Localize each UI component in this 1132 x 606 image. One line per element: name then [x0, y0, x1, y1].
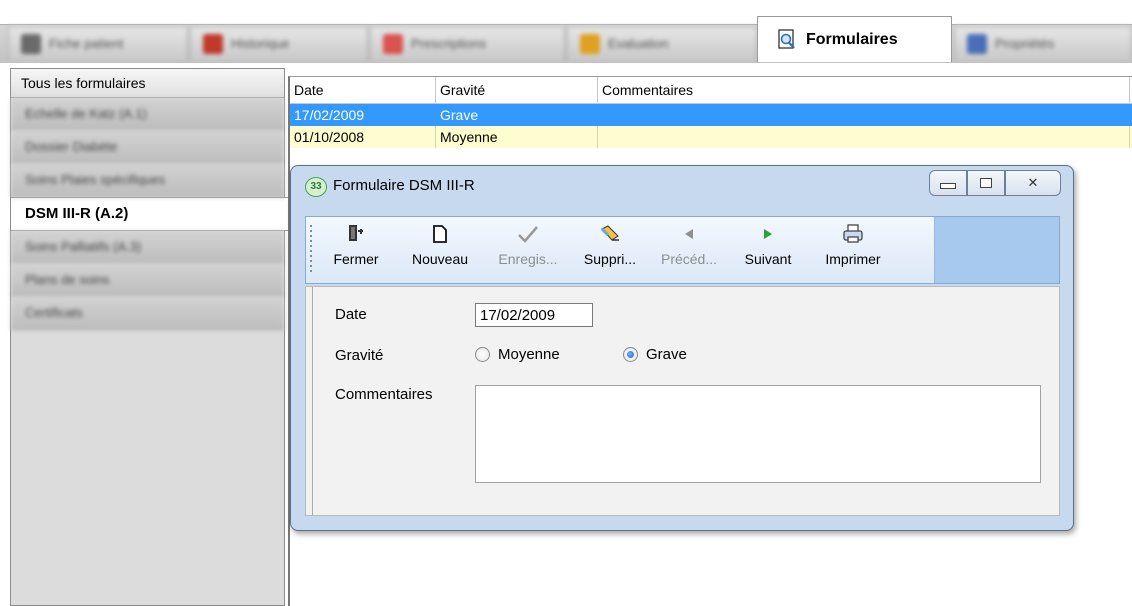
cell-date: 01/10/2008	[290, 126, 436, 148]
radio-dot[interactable]	[475, 347, 490, 362]
toolbar-label: Suppri...	[583, 251, 637, 267]
toolbar-label: Fermer	[333, 251, 379, 267]
tab-label: Formulaires	[806, 30, 898, 48]
toolbar-label: Imprimer	[825, 251, 881, 267]
tab-evaluation[interactable]: Evaluation	[567, 26, 757, 60]
dialog-titlebar[interactable]: 33 Formulaire DSM III-R ✕	[291, 166, 1073, 206]
suivant-button[interactable]: Suivant	[730, 223, 806, 279]
eraser-icon	[598, 223, 622, 249]
toolbar-label: Enregis...	[498, 251, 558, 267]
radio-moyenne[interactable]: Moyenne	[475, 346, 560, 363]
sidebar-item-plaies[interactable]: Soins Plaies spécifiques	[11, 164, 284, 197]
sidebar-item-plans[interactable]: Plans de soins	[11, 264, 284, 297]
close-button[interactable]: ✕	[1005, 170, 1061, 196]
radio-dot-selected[interactable]	[623, 347, 638, 362]
window-controls: ✕	[929, 170, 1061, 196]
nouveau-button[interactable]: Nouveau	[396, 223, 484, 279]
cell-date: 17/02/2009	[294, 107, 365, 123]
dsm-form-dialog: 33 Formulaire DSM III-R ✕ Fermer Nouveau	[290, 165, 1074, 531]
tab-fiche-patient[interactable]: Fiche patient	[8, 26, 188, 60]
tab-proprietes[interactable]: Propriétés	[954, 26, 1132, 60]
printer-icon	[842, 223, 864, 249]
toolbar-label: Suivant	[744, 251, 792, 267]
tab-historique[interactable]: Historique	[190, 26, 368, 60]
patient-icon	[21, 33, 41, 54]
minimize-button[interactable]	[929, 170, 967, 196]
column-header-date[interactable]: Date	[290, 77, 436, 103]
sidebar-item-certificats[interactable]: Certificats	[11, 297, 284, 330]
column-header-gravite[interactable]: Gravité	[436, 77, 598, 103]
sidebar-item-dsm-iii-r[interactable]: DSM III-R (A.2)	[11, 197, 295, 231]
exit-icon	[346, 223, 366, 249]
tab-label: Historique	[231, 36, 290, 51]
tab-label: Propriétés	[995, 36, 1055, 51]
tab-prescriptions[interactable]: Prescriptions	[370, 26, 565, 60]
dialog-title: Formulaire DSM III-R	[333, 177, 475, 194]
fermer-button[interactable]: Fermer	[316, 223, 396, 279]
precedent-button[interactable]: Précéd...	[650, 223, 728, 279]
checkmark-icon	[516, 223, 540, 249]
radio-label: Grave	[646, 346, 687, 363]
cell-gravite: Grave	[440, 107, 479, 123]
next-icon	[760, 223, 776, 249]
sidebar-item-diabete[interactable]: Dossier Diabète	[11, 131, 284, 164]
radio-label: Moyenne	[498, 346, 560, 363]
form-body: Date Gravité Moyenne Grave Commentaires	[312, 287, 1059, 515]
minimize-icon	[940, 183, 956, 189]
cell-commentaires	[598, 104, 1130, 126]
tab-label: Evaluation	[608, 36, 669, 51]
prescription-icon	[383, 33, 403, 54]
sidebar-item-palliatifs[interactable]: Soins Palliatifs (A.3)	[11, 231, 284, 264]
sidebar-header-all-forms[interactable]: Tous les formulaires	[11, 69, 284, 98]
toolbar-group: Fermer Nouveau Enregis... Suppri... Préc…	[306, 217, 935, 283]
gravite-label: Gravité	[335, 347, 384, 364]
new-document-icon	[431, 223, 449, 249]
form-search-icon	[776, 28, 798, 51]
supprimer-button[interactable]: Suppri...	[574, 223, 646, 279]
maximize-icon	[980, 178, 992, 188]
maximize-button[interactable]	[967, 170, 1005, 196]
enregistrer-button[interactable]: Enregis...	[486, 223, 570, 279]
close-icon: ✕	[1027, 175, 1039, 190]
cell-commentaires	[598, 126, 1130, 148]
radio-grave[interactable]: Grave	[623, 346, 687, 363]
date-field[interactable]	[475, 303, 593, 327]
tab-formulaires[interactable]: Formulaires	[757, 16, 952, 62]
sidebar-item-katz[interactable]: Echelle de Katz (A.1)	[11, 98, 284, 131]
dsm-form: Date Gravité Moyenne Grave Commentaires	[305, 286, 1060, 516]
commentaires-textarea[interactable]	[475, 385, 1041, 483]
tab-label: Fiche patient	[49, 36, 124, 51]
cell-gravite: Moyenne	[436, 126, 598, 148]
toolbar-label: Précéd...	[660, 251, 718, 267]
grid-header: Date Gravité Commentaires	[290, 77, 1132, 104]
commentaires-label: Commentaires	[335, 386, 433, 403]
app-icon: 33	[305, 177, 327, 197]
dialog-toolbar: Fermer Nouveau Enregis... Suppri... Préc…	[305, 216, 1060, 284]
forms-sidebar: Tous les formulaires Echelle de Katz (A.…	[10, 68, 295, 606]
date-label: Date	[335, 306, 367, 323]
toolbar-grip[interactable]	[310, 225, 312, 275]
toolbar-label: Nouveau	[411, 251, 469, 267]
imprimer-button[interactable]: Imprimer	[808, 223, 898, 279]
evaluation-icon	[580, 33, 600, 54]
history-icon	[203, 33, 223, 54]
tab-label: Prescriptions	[411, 36, 487, 51]
properties-icon	[967, 33, 987, 54]
table-row[interactable]: 01/10/2008 Moyenne	[290, 126, 1132, 148]
column-header-commentaires[interactable]: Commentaires	[598, 77, 1130, 103]
tab-strip: Fiche patient Historique Prescriptions E…	[0, 0, 1132, 63]
previous-icon	[681, 223, 697, 249]
table-row[interactable]: 17/02/2009 Grave	[290, 104, 1132, 126]
